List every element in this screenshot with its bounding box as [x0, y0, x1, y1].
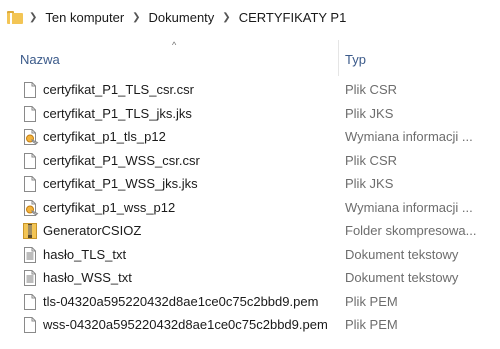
column-header-type[interactable]: Typ	[345, 52, 366, 67]
file-type: Plik CSR	[345, 82, 398, 97]
file-row[interactable]: certyfikat_P1_TLS_csr.csr Plik CSR	[0, 78, 500, 102]
file-row[interactable]: GeneratorCSIOZ Folder skompresowa...	[0, 219, 500, 243]
file-row[interactable]: hasło_WSS_txt Dokument tekstowy	[0, 266, 500, 290]
file-row[interactable]: certyfikat_p1_wss_p12 Wymiana informacji …	[0, 196, 500, 220]
file-name: certyfikat_P1_TLS_jks.jks	[43, 105, 192, 121]
file-type: Plik PEM	[345, 317, 398, 332]
folder-icon	[7, 10, 23, 24]
file-name: tls-04320a595220432d8ae1ce0c75c2bbd9.pem	[43, 293, 319, 309]
blank-file-icon	[23, 317, 37, 333]
sort-ascending-icon: ^	[172, 40, 177, 50]
certificate-file-icon	[23, 129, 39, 145]
file-row[interactable]: certyfikat_p1_tls_p12 Wymiana informacji …	[0, 125, 500, 149]
file-name: certyfikat_p1_wss_p12	[43, 199, 176, 215]
file-type: Dokument tekstowy	[345, 246, 459, 262]
file-row[interactable]: wss-04320a595220432d8ae1ce0c75c2bbd9.pem…	[0, 313, 500, 337]
column-resize-handle[interactable]	[338, 40, 339, 76]
text-file-icon	[23, 246, 37, 263]
file-name: certyfikat_P1_WSS_csr.csr	[43, 152, 200, 168]
file-name: certyfikat_P1_WSS_jks.jks	[43, 176, 198, 191]
breadcrumb-item-computer[interactable]: Ten komputer	[45, 10, 124, 25]
file-row[interactable]: hasło_TLS_txt Dokument tekstowy	[0, 243, 500, 267]
file-type: Plik PEM	[345, 293, 398, 309]
file-type: Folder skompresowa...	[345, 223, 477, 238]
breadcrumb-item-documents[interactable]: Dokumenty	[149, 10, 215, 25]
blank-file-icon	[23, 152, 37, 169]
file-type: Plik CSR	[345, 152, 398, 168]
blank-file-icon	[23, 82, 37, 98]
column-header-name[interactable]: Nazwa	[20, 52, 60, 67]
text-file-icon	[23, 270, 37, 286]
file-name: hasło_WSS_txt	[43, 270, 132, 285]
file-type: Dokument tekstowy	[345, 270, 459, 285]
file-name: GeneratorCSIOZ	[43, 223, 142, 238]
zip-folder-icon	[23, 223, 37, 239]
blank-file-icon	[23, 293, 37, 310]
certificate-file-icon	[23, 199, 39, 216]
file-type: Wymiana informacji ...	[345, 129, 473, 144]
breadcrumb: ❯ Ten komputer ❯ Dokumenty ❯ CERTYFIKATY…	[0, 0, 500, 34]
file-name: hasło_TLS_txt	[43, 246, 127, 262]
column-header-row: ^ Nazwa Typ	[0, 40, 500, 76]
blank-file-icon	[23, 176, 37, 192]
breadcrumb-item-current-folder[interactable]: CERTYFIKATY P1	[239, 10, 347, 25]
file-list: certyfikat_P1_TLS_csr.csr Plik CSR certyfi…	[0, 78, 500, 337]
file-name: wss-04320a595220432d8ae1ce0c75c2bbd9.pem	[43, 317, 328, 332]
file-row[interactable]: tls-04320a595220432d8ae1ce0c75c2bbd9.pem…	[0, 290, 500, 314]
file-row[interactable]: certyfikat_P1_WSS_jks.jks Plik JKS	[0, 172, 500, 196]
blank-file-icon	[23, 105, 37, 122]
file-name: certyfikat_p1_tls_p12	[43, 129, 166, 144]
chevron-right-icon[interactable]: ❯	[222, 12, 230, 23]
file-type: Plik JKS	[345, 176, 394, 191]
file-name: certyfikat_P1_TLS_csr.csr	[43, 82, 194, 97]
file-row[interactable]: certyfikat_P1_WSS_csr.csr Plik CSR	[0, 149, 500, 173]
file-row[interactable]: certyfikat_P1_TLS_jks.jks Plik JKS	[0, 102, 500, 126]
file-type: Plik JKS	[345, 105, 394, 121]
file-type: Wymiana informacji ...	[345, 199, 473, 215]
chevron-right-icon[interactable]: ❯	[132, 12, 140, 23]
chevron-right-icon[interactable]: ❯	[29, 12, 37, 23]
